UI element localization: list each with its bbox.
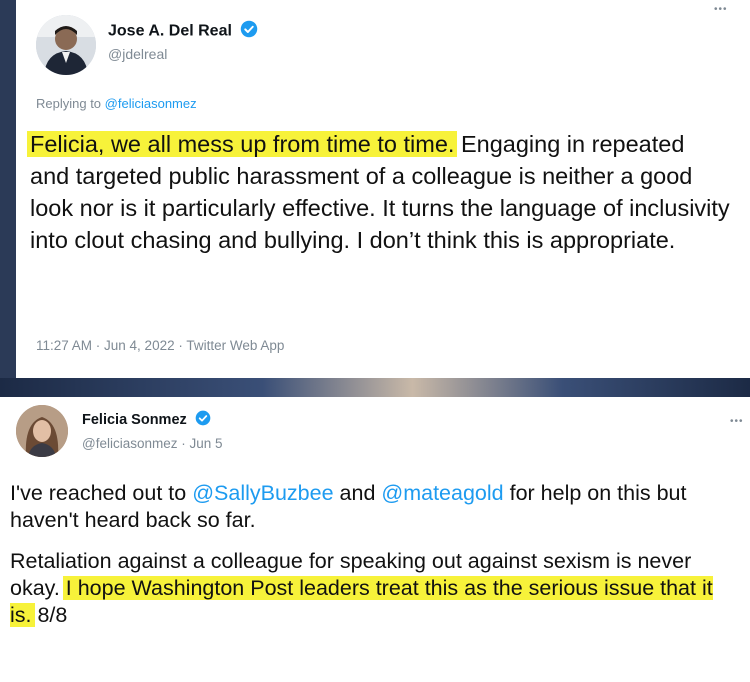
- avatar-felicia-sonmez[interactable]: [16, 405, 68, 457]
- avatar-jose-del-real[interactable]: [36, 15, 96, 75]
- verified-badge-icon: [240, 20, 258, 43]
- replying-to-label: Replying to: [36, 96, 105, 111]
- tweet-paragraph-1: I've reached out to @SallyBuzbee and @ma…: [10, 480, 740, 534]
- author-name-text[interactable]: Felicia Sonmez: [82, 412, 187, 428]
- author-name[interactable]: Jose A. Del Real: [108, 20, 258, 43]
- text-segment: 8/8: [31, 603, 68, 627]
- text-segment: I've reached out to: [10, 481, 193, 505]
- author-name-text[interactable]: Jose A. Del Real: [108, 23, 232, 40]
- tweet-timestamp[interactable]: 11:27 AM · Jun 4, 2022 · Twitter Web App: [36, 338, 284, 353]
- mention-sallybuzbee[interactable]: @SallyBuzbee: [192, 481, 333, 505]
- author-name[interactable]: Felicia Sonmez: [82, 410, 211, 430]
- replying-to-mention[interactable]: @feliciasonmez: [105, 96, 197, 111]
- text-segment: and: [333, 481, 382, 505]
- author-handle[interactable]: @jdelreal: [108, 46, 167, 62]
- author-handle-date[interactable]: @feliciasonmez · Jun 5: [82, 436, 223, 451]
- mention-mateagold[interactable]: @mateagold: [381, 481, 503, 505]
- highlighted-text: Felicia, we all mess up from time to tim…: [27, 131, 458, 157]
- replying-to: Replying to @feliciasonmez: [36, 96, 197, 111]
- tweet-text: I've reached out to @SallyBuzbee and @ma…: [10, 480, 740, 643]
- highlighted-text: I hope Washington Post leaders treat thi…: [10, 576, 713, 627]
- background-top-band: [0, 378, 750, 397]
- more-options-icon[interactable]: •••: [730, 416, 744, 427]
- more-options-icon[interactable]: •••: [714, 4, 728, 15]
- verified-badge-icon: [195, 410, 211, 430]
- tweet-paragraph-2: Retaliation against a colleague for spea…: [10, 548, 740, 629]
- tweet-text: Felicia, we all mess up from time to tim…: [27, 128, 730, 256]
